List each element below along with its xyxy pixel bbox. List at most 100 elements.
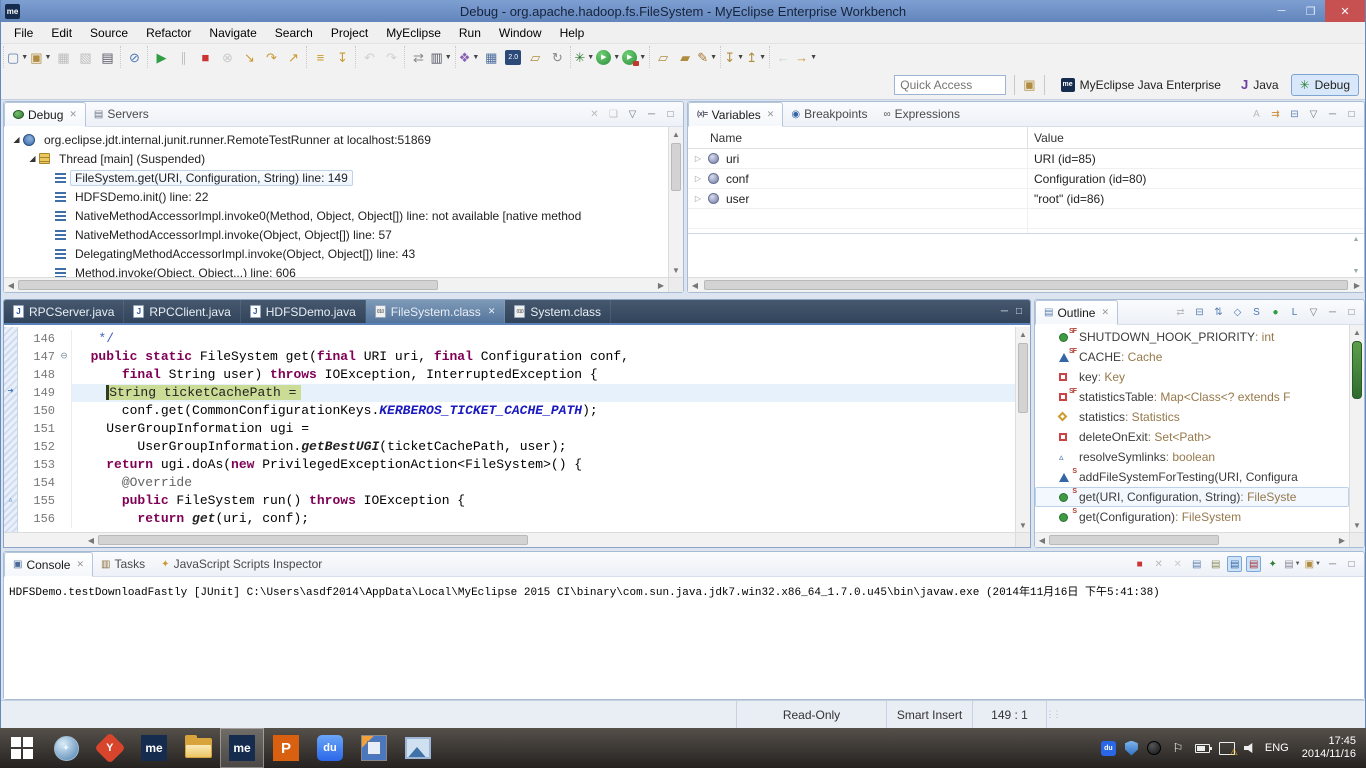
editor-tab-rpcserver-java[interactable]: JRPCServer.java: [4, 300, 124, 323]
gutter-marker-column[interactable]: [4, 348, 17, 366]
minimize-icon[interactable]: ─: [1325, 556, 1340, 572]
open-perspective-icon[interactable]: ▣: [1023, 77, 1035, 93]
close-tab-icon[interactable]: ✕: [767, 109, 775, 120]
perspective-debug[interactable]: ✳Debug: [1291, 74, 1359, 96]
quick-access-input[interactable]: [894, 75, 1006, 95]
tray-network-warning-icon[interactable]: ⚠: [1219, 742, 1235, 755]
expander-icon[interactable]: ▷: [692, 174, 704, 183]
variables-horizontal-scrollbar[interactable]: ◀▶: [688, 277, 1364, 292]
tray-flag-icon[interactable]: ⚐: [1170, 740, 1186, 756]
variable-row[interactable]: ▷uriURI (id=85): [688, 149, 1364, 169]
menu-refactor[interactable]: Refactor: [137, 24, 200, 42]
hide-local-types-icon[interactable]: L: [1287, 304, 1302, 320]
gutter-marker-column[interactable]: [4, 330, 17, 348]
menu-project[interactable]: Project: [322, 24, 377, 42]
myeclipse-20-icon[interactable]: 2.0: [503, 47, 523, 67]
column-header-name[interactable]: Name: [688, 127, 1028, 148]
variables-detail-pane[interactable]: ▲▼: [688, 233, 1364, 277]
gutter-marker-column[interactable]: [4, 456, 17, 474]
taskbar-clock[interactable]: 17:45 2014/11/16: [1298, 735, 1356, 761]
resume-icon[interactable]: ▶: [151, 47, 171, 67]
detail-scrollbar[interactable]: ▲▼: [1350, 236, 1362, 275]
debug-tree-row[interactable]: Method.invoke(Object, Object...) line: 6…: [4, 263, 668, 277]
view-menu-icon[interactable]: ▽: [625, 106, 640, 122]
import-icon[interactable]: ↧▼: [724, 47, 744, 67]
hide-non-public-icon[interactable]: ●: [1268, 304, 1283, 320]
tray-shield-icon[interactable]: [1125, 741, 1138, 756]
debug-tree-row[interactable]: HDFSDemo.init() line: 22: [4, 187, 668, 206]
perspective-grid-icon[interactable]: ▦: [481, 47, 501, 67]
close-tab-icon[interactable]: ✕: [488, 306, 496, 317]
outline-horizontal-scrollbar[interactable]: ◀▶: [1035, 532, 1349, 547]
link-with-editor-icon[interactable]: ⇄: [408, 47, 428, 67]
editor-tab-hdfsdemo-java[interactable]: JHDFSDemo.java: [241, 300, 366, 323]
taskbar-explorer-button[interactable]: [176, 728, 220, 768]
hide-static-icon[interactable]: S: [1249, 304, 1264, 320]
minimize-button[interactable]: ─: [1267, 0, 1296, 22]
editor-tab-system-class[interactable]: 010System.class: [505, 300, 611, 323]
debug-tree-row[interactable]: NativeMethodAccessorImpl.invoke0(Method,…: [4, 206, 668, 225]
tray-baidu-icon[interactable]: du: [1101, 741, 1116, 756]
taskbar-p-app-button[interactable]: P: [264, 728, 308, 768]
debug-icon[interactable]: ✳▼: [574, 47, 594, 67]
debug-tab-servers[interactable]: ▤Servers: [86, 102, 157, 126]
maximize-icon[interactable]: □: [663, 106, 678, 122]
step-over-icon[interactable]: ↷: [261, 47, 281, 67]
taskbar-git-button[interactable]: Y: [88, 728, 132, 768]
open-directory-icon[interactable]: ▰: [675, 47, 695, 67]
language-indicator[interactable]: ENG: [1265, 742, 1289, 754]
display-console-icon[interactable]: ▤▼: [1284, 556, 1300, 572]
code-text[interactable]: return get(uri, conf);: [72, 510, 1015, 528]
gutter-marker-column[interactable]: [4, 474, 17, 492]
open-console-icon[interactable]: ▣▼: [1305, 556, 1321, 572]
console-tab-tasks[interactable]: ▥Tasks: [93, 552, 153, 576]
gutter-marker-column[interactable]: [4, 420, 17, 438]
restore-button[interactable]: ❐: [1296, 0, 1325, 22]
redo-icon[interactable]: ↷: [381, 47, 401, 67]
code-text[interactable]: String ticketCachePath =: [72, 384, 1015, 402]
outline-tree[interactable]: SFSHUTDOWN_HOOK_PRIORITY : intSFCACHE : …: [1035, 325, 1349, 532]
show-type-names-icon[interactable]: A: [1249, 106, 1264, 122]
outline-item[interactable]: SFstatisticsTable : Map<Class<? extends …: [1035, 387, 1349, 407]
debug-horizontal-scrollbar[interactable]: ◀▶: [4, 277, 668, 292]
new-wizard-icon[interactable]: ▢▼: [7, 47, 28, 67]
menu-edit[interactable]: Edit: [42, 24, 81, 42]
code-text[interactable]: */: [72, 330, 1015, 348]
tray-panda-icon[interactable]: [1147, 741, 1161, 755]
debug-launch-tree[interactable]: ◢org.eclipse.jdt.internal.junit.runner.R…: [4, 127, 668, 277]
debug-tree-row[interactable]: NativeMethodAccessorImpl.invoke(Object, …: [4, 225, 668, 244]
save-icon[interactable]: ▦: [53, 47, 73, 67]
gutter-marker-column[interactable]: [4, 402, 17, 420]
drop-to-frame-icon[interactable]: ↧: [332, 47, 352, 67]
gutter-marker-column[interactable]: [4, 438, 17, 456]
maximize-icon[interactable]: □: [1344, 106, 1359, 122]
outline-item[interactable]: Sget(URI, Configuration, String) : FileS…: [1035, 487, 1349, 507]
view-menu-icon[interactable]: ▽: [1306, 304, 1321, 320]
new-icon[interactable]: ▥▼: [430, 47, 451, 67]
step-into-icon[interactable]: ↘: [239, 47, 259, 67]
code-text[interactable]: public static FileSystem get(final URI u…: [72, 348, 1015, 366]
debug-tree-row[interactable]: DelegatingMethodAccessorImpl.invoke(Obje…: [4, 244, 668, 263]
menu-file[interactable]: File: [5, 24, 42, 42]
outline-tab-outline[interactable]: ▤Outline✕: [1035, 300, 1118, 325]
minimize-icon[interactable]: ─: [644, 106, 659, 122]
maximize-icon[interactable]: □: [1344, 556, 1359, 572]
tray-speaker-icon[interactable]: [1244, 742, 1256, 754]
variables-tab-expressions[interactable]: ∞Expressions: [875, 102, 968, 126]
taskbar-network-button[interactable]: ✦: [44, 728, 88, 768]
remove-all-launches-icon[interactable]: ✕: [1170, 556, 1185, 572]
outline-item[interactable]: deleteOnExit : Set<Path>: [1035, 427, 1349, 447]
debug-tree-row[interactable]: ◢Thread [main] (Suspended): [4, 149, 668, 168]
close-tab-icon[interactable]: ✕: [69, 109, 77, 120]
step-return-icon[interactable]: ↗: [283, 47, 303, 67]
link-with-editor-icon[interactable]: ⇄: [1173, 304, 1188, 320]
code-text[interactable]: conf.get(CommonConfigurationKeys.KERBERO…: [72, 402, 1015, 420]
clear-console-icon[interactable]: ▤: [1189, 556, 1204, 572]
editor-tab-filesystem-class[interactable]: 010FileSystem.class✕: [366, 300, 506, 323]
taskbar-myeclipse-button[interactable]: me: [132, 728, 176, 768]
code-text[interactable]: UserGroupInformation.getBestUGI(ticketCa…: [72, 438, 1015, 456]
caller-icon[interactable]: ▵: [4, 492, 17, 510]
minimize-icon[interactable]: ─: [1325, 304, 1340, 320]
outline-item[interactable]: SFSHUTDOWN_HOOK_PRIORITY : int: [1035, 327, 1349, 347]
print-icon[interactable]: ▤: [97, 47, 117, 67]
